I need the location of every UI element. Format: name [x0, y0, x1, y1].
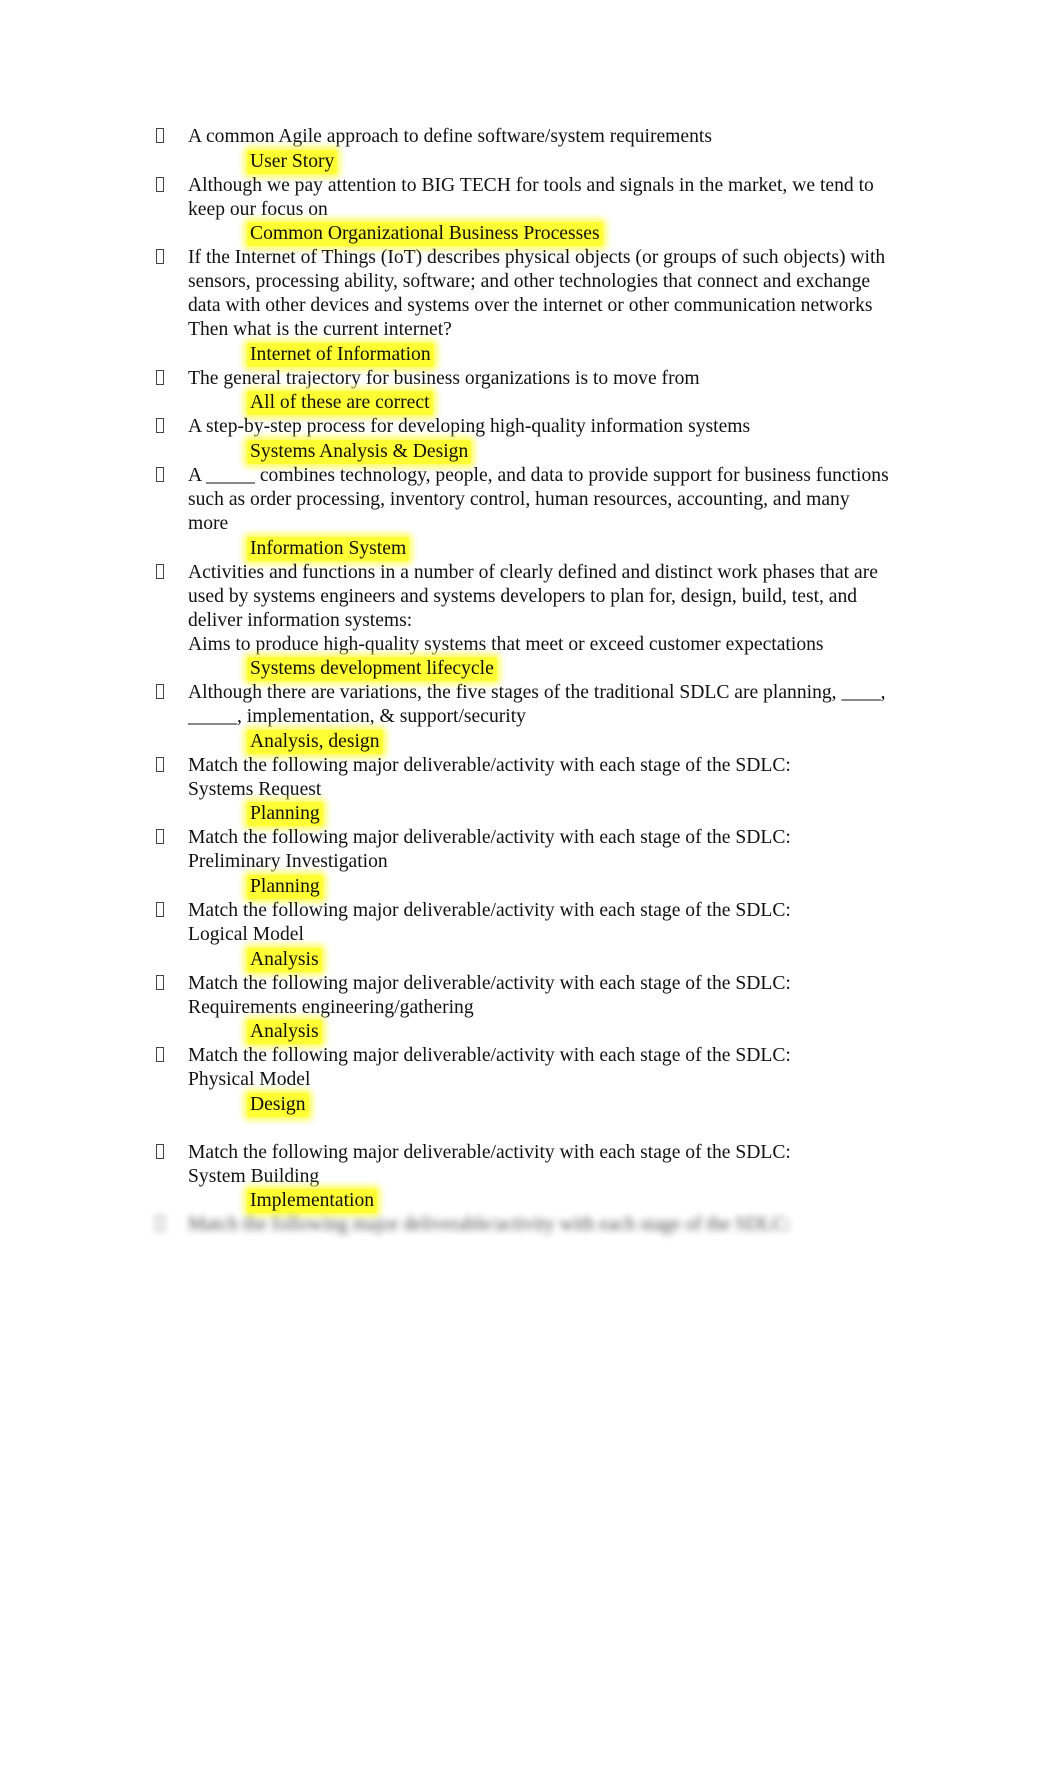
- question-text-continued: Physical Model: [188, 1069, 311, 1091]
- question-text: Match the following major deliverable/ac…: [188, 754, 791, 776]
- question-text-continued: data with other devices and systems over…: [188, 295, 873, 317]
- highlighted-answer: Analysis: [247, 947, 322, 972]
- question-text-continued: _____, implementation, & support/securit…: [188, 706, 526, 728]
- bullet-icon: [156, 561, 164, 585]
- question-text-continued: Requirements engineering/gathering: [188, 996, 474, 1018]
- highlighted-answer: Common Organizational Business Processes: [247, 222, 603, 247]
- question-text-continued: such as order processing, inventory cont…: [188, 489, 850, 510]
- bullet-icon: [156, 174, 164, 198]
- question-text-continued: more: [188, 513, 229, 534]
- bullet-icon: [156, 367, 164, 391]
- question-text: Match the following major deliverable/ac…: [188, 1045, 791, 1067]
- bullet-icon: [156, 1044, 164, 1068]
- question-text: Although there are variations, the five …: [188, 682, 886, 704]
- highlighted-answer: Information System: [247, 536, 410, 561]
- bullet-icon: [156, 246, 164, 270]
- highlighted-answer: Analysis: [247, 1020, 322, 1045]
- bullet-icon: [156, 754, 164, 778]
- question-text: Although we pay attention to BIG TECH fo…: [188, 174, 874, 196]
- question-text: A step-by-step process for developing hi…: [188, 416, 751, 438]
- highlighted-answer: User Story: [247, 149, 338, 174]
- question-text: Activities and functions in a number of …: [188, 561, 878, 583]
- question-text: Match the following major deliverable/ac…: [188, 900, 791, 921]
- question-text-continued: Systems Request: [188, 778, 322, 800]
- question-text-continued: sensors, processing ability, software; a…: [188, 271, 871, 293]
- question-text-continued: used by systems engineers and systems de…: [188, 585, 858, 607]
- question-text: Match the following major deliverable/ac…: [188, 1214, 791, 1236]
- highlighted-answer: Systems Analysis & Design: [247, 439, 472, 464]
- highlighted-answer: Design: [247, 1092, 309, 1117]
- bullet-icon: [156, 1141, 164, 1165]
- bullet-icon: [156, 972, 164, 996]
- highlighted-answer: Implementation: [247, 1189, 378, 1214]
- highlighted-answer: Planning: [247, 802, 323, 827]
- bullet-icon: [156, 464, 164, 488]
- question-text-continued: keep our focus on: [188, 198, 328, 220]
- highlighted-answer: Internet of Information: [247, 342, 434, 367]
- bullet-icon: [156, 1213, 164, 1237]
- question-text: A _____ combines technology, people, and…: [188, 465, 889, 486]
- question-text: The general trajectory for business orga…: [188, 367, 700, 389]
- question-text-continued: System Building: [188, 1165, 320, 1187]
- question-text-continued: deliver information systems:: [188, 609, 413, 631]
- question-text: A common Agile approach to define softwa…: [188, 126, 712, 147]
- highlighted-answer: Analysis, design: [247, 729, 383, 754]
- highlighted-answer: Planning: [247, 874, 323, 899]
- question-text-continued: Preliminary Investigation: [188, 851, 388, 873]
- bullet-icon: [156, 681, 164, 705]
- highlighted-answer: All of these are correct: [247, 391, 433, 416]
- question-text-continued: Then what is the current internet?: [188, 319, 452, 341]
- question-text: Match the following major deliverable/ac…: [188, 972, 791, 994]
- highlighted-answer: Systems development lifecycle: [247, 657, 497, 682]
- question-text: Match the following major deliverable/ac…: [188, 827, 791, 849]
- bullet-icon: [156, 899, 164, 923]
- document-page: A common Agile approach to define softwa…: [0, 0, 1062, 1777]
- bullet-icon: [156, 125, 164, 149]
- question-text-continued: Aims to produce high-quality systems tha…: [188, 633, 824, 655]
- question-text: If the Internet of Things (IoT) describe…: [188, 247, 886, 269]
- question-text: Match the following major deliverable/ac…: [188, 1141, 791, 1163]
- question-text-continued: Logical Model: [188, 924, 304, 945]
- bullet-icon: [156, 826, 164, 850]
- bullet-icon: [156, 415, 164, 439]
